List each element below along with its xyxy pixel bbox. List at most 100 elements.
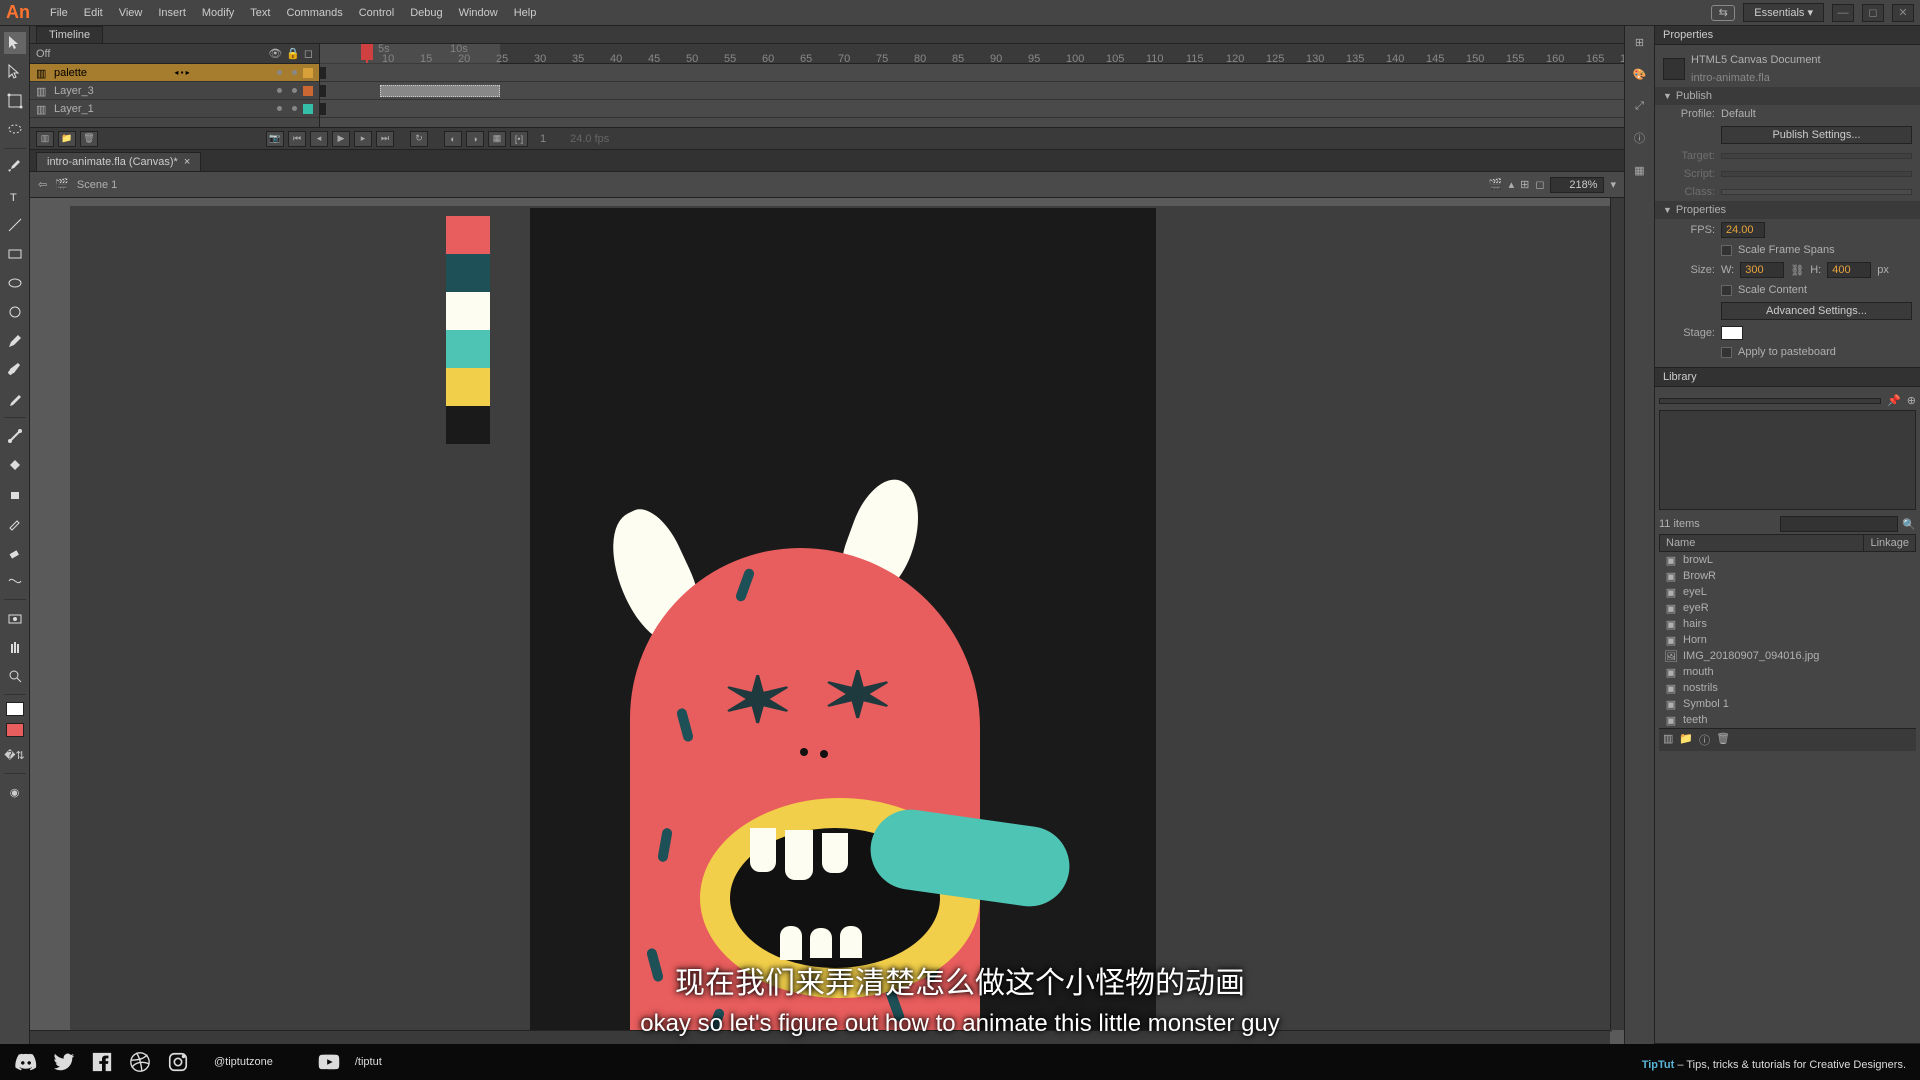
menu-text[interactable]: Text xyxy=(242,0,278,26)
eyedropper-tool[interactable] xyxy=(4,512,26,534)
pen-tool[interactable] xyxy=(4,156,26,178)
swap-colors-icon[interactable]: �⇅ xyxy=(4,744,26,766)
library-linkage-column[interactable]: Linkage xyxy=(1864,535,1915,551)
scale-content-checkbox[interactable] xyxy=(1721,285,1732,296)
new-layer-button[interactable]: ▥ xyxy=(36,131,54,147)
library-doc-dropdown[interactable] xyxy=(1659,398,1881,404)
layer-row-palette[interactable]: ▥ palette ◂ ▪ ▸ xyxy=(30,64,319,82)
transform-panel-icon[interactable]: ⤢ xyxy=(1630,96,1650,116)
swatches-panel-icon[interactable]: ▦ xyxy=(1630,160,1650,180)
library-item[interactable]: ▣browL xyxy=(1659,552,1916,568)
text-tool[interactable]: T xyxy=(4,185,26,207)
clip-content-icon[interactable]: ◻ xyxy=(1535,178,1544,191)
scene-name[interactable]: Scene 1 xyxy=(77,179,117,191)
library-item[interactable]: ▣Horn xyxy=(1659,632,1916,648)
ink-bottle-tool[interactable] xyxy=(4,483,26,505)
new-lib-icon[interactable]: ⊕ xyxy=(1907,394,1916,407)
info-panel-icon[interactable]: ⓘ xyxy=(1630,128,1650,148)
timeline-tab[interactable]: Timeline xyxy=(36,26,103,43)
line-tool[interactable] xyxy=(4,214,26,236)
menu-modify[interactable]: Modify xyxy=(194,0,242,26)
library-item[interactable]: ▣eyeR xyxy=(1659,600,1916,616)
goto-first-button[interactable]: ⏮ xyxy=(288,131,306,147)
window-minimize-button[interactable]: — xyxy=(1832,4,1854,22)
bone-tool[interactable] xyxy=(4,425,26,447)
window-close-button[interactable]: ✕ xyxy=(1892,4,1914,22)
stage-color-swatch[interactable] xyxy=(1721,326,1743,340)
zoom-input[interactable]: 218% xyxy=(1550,177,1604,193)
menu-control[interactable]: Control xyxy=(351,0,402,26)
twitter-icon[interactable] xyxy=(52,1050,76,1074)
library-item[interactable]: ▣Symbol 1 xyxy=(1659,696,1916,712)
dribbble-icon[interactable] xyxy=(128,1050,152,1074)
pin-icon[interactable]: 📌 xyxy=(1887,394,1901,407)
rectangle-tool[interactable] xyxy=(4,243,26,265)
paint-brush-tool[interactable] xyxy=(4,388,26,410)
delete-button[interactable]: 🗑 xyxy=(1716,732,1730,748)
clip-icon[interactable]: 🎬 xyxy=(1489,178,1503,191)
sync-icon[interactable]: ⇆ xyxy=(1711,5,1735,21)
camera-tool[interactable] xyxy=(4,607,26,629)
timeline-tracks[interactable]: 5s 10s 101520253035404550556065707580859… xyxy=(320,44,1624,127)
menu-help[interactable]: Help xyxy=(506,0,545,26)
document-tab[interactable]: intro-animate.fla (Canvas)* × xyxy=(36,152,201,171)
search-icon[interactable]: 🔍 xyxy=(1902,518,1916,531)
menu-commands[interactable]: Commands xyxy=(278,0,350,26)
camera-toggle[interactable]: 📷 xyxy=(266,131,284,147)
pencil-tool[interactable] xyxy=(4,330,26,352)
width-input[interactable]: 300 xyxy=(1740,262,1784,278)
advanced-settings-button[interactable]: Advanced Settings... xyxy=(1721,302,1912,320)
back-icon[interactable]: ⇦ xyxy=(38,178,47,191)
step-back-button[interactable]: ◂ xyxy=(310,131,328,147)
align-panel-icon[interactable]: ⊞ xyxy=(1630,32,1650,52)
instagram-icon[interactable] xyxy=(166,1050,190,1074)
color-panel-icon[interactable]: 🎨 xyxy=(1630,64,1650,84)
zoom-dropdown-icon[interactable]: ▾ xyxy=(1610,178,1616,191)
layer-row-layer1[interactable]: ▥ Layer_1 xyxy=(30,100,319,118)
options-icon[interactable]: ◉ xyxy=(4,781,26,803)
workspace-selector[interactable]: Essentials ▾ xyxy=(1743,3,1824,22)
menu-window[interactable]: Window xyxy=(451,0,506,26)
width-tool[interactable] xyxy=(4,570,26,592)
edit-scene-icon[interactable]: ▴ xyxy=(1509,178,1515,191)
properties-button[interactable]: ⓘ xyxy=(1699,732,1710,748)
library-item[interactable]: ▣nostrils xyxy=(1659,680,1916,696)
paint-bucket-tool[interactable] xyxy=(4,454,26,476)
onion-outlines-button[interactable]: ◑ xyxy=(466,131,484,147)
publish-settings-button[interactable]: Publish Settings... xyxy=(1721,126,1912,144)
brush-tool[interactable] xyxy=(4,359,26,381)
fill-color-swatch[interactable] xyxy=(6,723,24,737)
discord-icon[interactable] xyxy=(14,1050,38,1074)
visibility-icon[interactable]: 👁 xyxy=(268,47,282,60)
library-item[interactable]: ▣mouth xyxy=(1659,664,1916,680)
onion-skin-button[interactable]: ◐ xyxy=(444,131,462,147)
zoom-tool[interactable] xyxy=(4,665,26,687)
facebook-icon[interactable] xyxy=(90,1050,114,1074)
polystar-tool[interactable] xyxy=(4,301,26,323)
library-list[interactable]: ▣browL▣BrowR▣eyeL▣eyeR▣hairs▣Horn🖼IMG_20… xyxy=(1659,552,1916,728)
lock-icon[interactable]: 🔒 xyxy=(286,47,300,60)
menu-view[interactable]: View xyxy=(111,0,151,26)
fps-input[interactable]: 24.00 xyxy=(1721,222,1765,238)
library-item[interactable]: ▣eyeL xyxy=(1659,584,1916,600)
properties-section-label[interactable]: Properties xyxy=(1676,204,1726,216)
library-name-column[interactable]: Name xyxy=(1660,535,1864,551)
play-button[interactable]: ▶ xyxy=(332,131,350,147)
layer-row-layer3[interactable]: ▥ Layer_3 xyxy=(30,82,319,100)
menu-file[interactable]: File xyxy=(42,0,76,26)
new-folder-button[interactable]: 📁 xyxy=(1679,732,1693,748)
library-panel-header[interactable]: Library xyxy=(1655,368,1920,387)
outline-icon[interactable]: ◻ xyxy=(304,47,313,60)
new-folder-button[interactable]: 📁 xyxy=(58,131,76,147)
oval-tool[interactable] xyxy=(4,272,26,294)
free-transform-tool[interactable] xyxy=(4,90,26,112)
vertical-scrollbar[interactable] xyxy=(1610,198,1624,1030)
publish-section-label[interactable]: Publish xyxy=(1676,90,1712,102)
library-item[interactable]: ▣hairs xyxy=(1659,616,1916,632)
selection-tool[interactable] xyxy=(4,32,26,54)
library-item[interactable]: ▣BrowR xyxy=(1659,568,1916,584)
new-symbol-button[interactable]: ▥ xyxy=(1663,732,1673,748)
marker-button[interactable]: [•] xyxy=(510,131,528,147)
apply-pasteboard-checkbox[interactable] xyxy=(1721,347,1732,358)
loop-button[interactable]: ↻ xyxy=(410,131,428,147)
